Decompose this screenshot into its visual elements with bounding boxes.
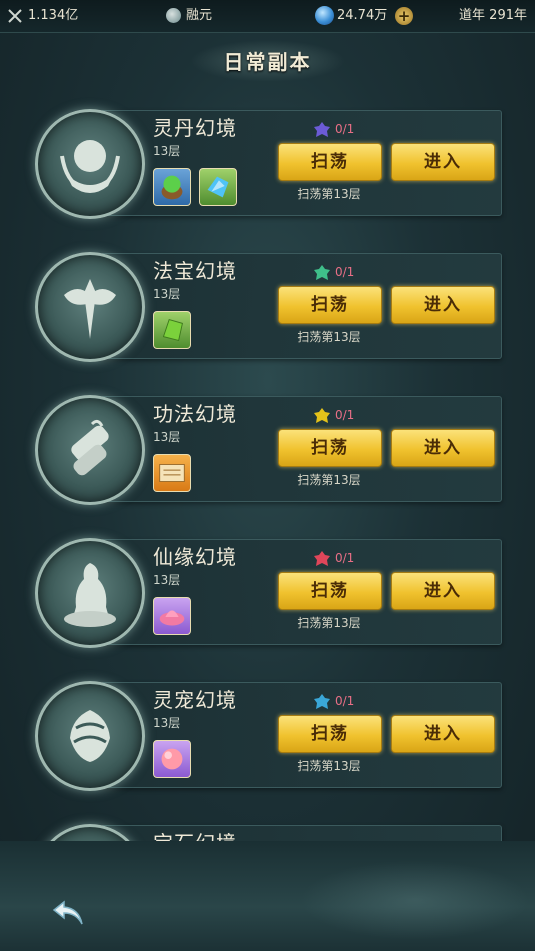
dungeon-card: 仙缘幻境 13层 0/1 扫荡 进入扫荡第13层 [35, 538, 502, 648]
dungeon-emblem-icon [35, 252, 145, 362]
dungeon-list[interactable]: 灵丹幻境 13层 0/1 扫荡 进入 扫荡第13层 法宝幻境 13层 0/1 扫荡 进入 扫荡第13层… [0, 96, 535, 841]
pink-lotus-icon[interactable] [153, 597, 191, 635]
back-arrow-icon[interactable] [50, 898, 86, 928]
sweep-button[interactable]: 扫荡 [278, 286, 382, 324]
dungeon-name: 宝石幻境 [153, 827, 237, 841]
enter-button[interactable]: 进入 [391, 572, 495, 610]
dungeon-emblem-icon [35, 538, 145, 648]
year-value: 291年 [489, 8, 527, 23]
currency-value: 24.74万 [337, 8, 388, 23]
realm-value: 融元 [186, 8, 213, 23]
pink-gem-icon[interactable] [153, 740, 191, 778]
dungeon-floor: 13层 [153, 573, 181, 587]
attempt-count: 0/1 [335, 694, 355, 708]
sweep-button[interactable]: 扫荡 [278, 715, 382, 753]
crossed-swords-icon [8, 9, 22, 23]
dungeon-name: 功法幻境 [153, 402, 237, 426]
scroll-manual-icon[interactable] [153, 454, 191, 492]
sweep-button[interactable]: 扫荡 [278, 572, 382, 610]
power-value: 1.134亿 [28, 8, 79, 23]
attempt-count: 0/1 [335, 122, 355, 136]
sweep-button[interactable]: 扫荡 [278, 143, 382, 181]
sweep-floor-note: 扫荡第13层 [297, 759, 361, 773]
dungeon-card: 功法幻境 13层 0/1 扫荡 进入扫荡第13层 [35, 395, 502, 505]
attempt-count: 0/1 [335, 265, 355, 279]
enter-button[interactable]: 进入 [391, 286, 495, 324]
ticket-icon [314, 122, 330, 137]
ticket-icon [314, 694, 330, 709]
dungeon-card: 宝石幻境 [35, 824, 502, 841]
ticket-icon [314, 265, 330, 280]
green-jade-shard-icon[interactable] [153, 311, 191, 349]
dungeon-name: 灵宠幻境 [153, 688, 237, 712]
currency-display: 24.74万 [315, 0, 388, 32]
enter-button[interactable]: 进入 [391, 715, 495, 753]
realm-orb-icon [166, 8, 181, 23]
dungeon-name: 法宝幻境 [153, 259, 237, 283]
dungeon-emblem-icon [35, 395, 145, 505]
attempt-count: 0/1 [335, 551, 355, 565]
top-status-bar: 1.134亿 融元 24.74万 + 道年 291年 [0, 0, 535, 33]
dungeon-floor: 13层 [153, 716, 181, 730]
dungeon-name: 灵丹幻境 [153, 116, 237, 140]
dungeon-floor: 13层 [153, 144, 181, 158]
sweep-floor-note: 扫荡第13层 [297, 616, 361, 630]
ticket-icon [314, 408, 330, 423]
add-currency-button[interactable]: + [395, 7, 413, 25]
dungeon-name: 仙缘幻境 [153, 545, 237, 569]
dungeon-card: 法宝幻境 13层 0/1 扫荡 进入扫荡第13层 [35, 252, 502, 362]
enter-button[interactable]: 进入 [391, 143, 495, 181]
sweep-floor-note: 扫荡第13层 [297, 330, 361, 344]
green-pill-cauldron-icon[interactable] [153, 168, 191, 206]
dungeon-floor: 13层 [153, 430, 181, 444]
sweep-floor-note: 扫荡第13层 [297, 473, 361, 487]
ticket-icon [314, 551, 330, 566]
dungeon-card: 灵宠幻境 13层 0/1 扫荡 进入扫荡第13层 [35, 681, 502, 791]
sweep-button[interactable]: 扫荡 [278, 429, 382, 467]
dungeon-emblem-icon [35, 109, 145, 219]
sweep-floor-note: 扫荡第13层 [297, 187, 361, 201]
dungeon-floor: 13层 [153, 287, 181, 301]
dungeon-emblem-icon [35, 681, 145, 791]
mist-decoration [300, 860, 530, 940]
enter-button[interactable]: 进入 [391, 429, 495, 467]
power-display: 1.134亿 [8, 0, 79, 32]
blue-crystal-icon[interactable] [199, 168, 237, 206]
year-label: 道年 [459, 8, 486, 23]
spirit-stone-icon [315, 6, 334, 25]
year-display: 道年 291年 [459, 0, 527, 32]
realm-display: 融元 [166, 0, 213, 32]
page-title: 日常副本 [223, 50, 312, 74]
attempt-count: 0/1 [335, 408, 355, 422]
dungeon-card: 灵丹幻境 13层 0/1 扫荡 进入扫荡第13层 [35, 109, 502, 219]
